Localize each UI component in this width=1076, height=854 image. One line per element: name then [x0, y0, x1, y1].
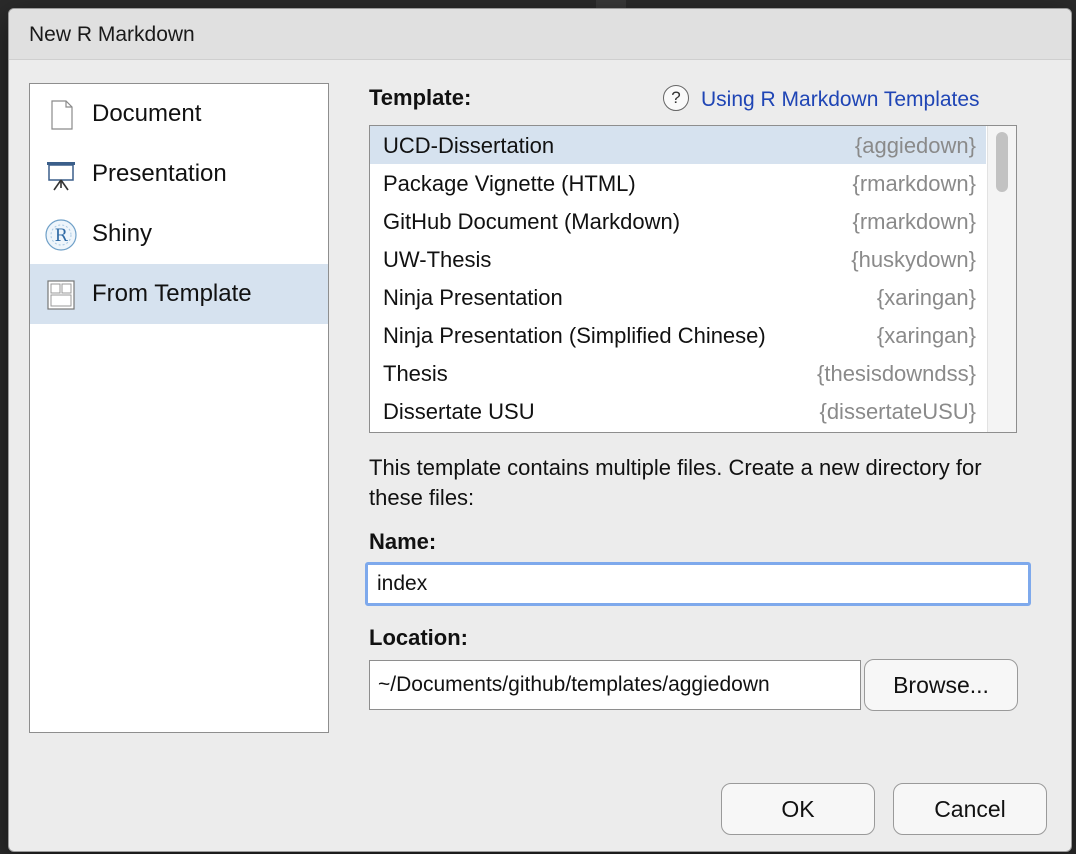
template-list-item[interactable]: Package Vignette (HTML) {rmarkdown} [370, 164, 986, 202]
template-name: UCD-Dissertation [383, 133, 555, 158]
document-icon [44, 98, 78, 132]
template-package: {xaringan} [876, 323, 976, 348]
sidebar-item-from-template[interactable]: From Template [30, 264, 328, 324]
template-list[interactable]: UCD-Dissertation {aggiedown} Package Vig… [369, 125, 1017, 433]
sidebar-item-label: From Template [92, 280, 252, 307]
sidebar-item-label: Shiny [92, 220, 153, 247]
format-sidebar: Document Presentation R Shiny From Templ… [29, 83, 329, 733]
template-name: Ninja Presentation [383, 285, 563, 310]
template-list-item[interactable]: UCD-Dissertation {aggiedown} [370, 126, 986, 164]
help-link-text[interactable]: Using R Markdown Templates [701, 88, 980, 112]
template-name: Dissertate USU [383, 399, 535, 424]
template-package: {rmarkdown} [852, 209, 976, 234]
template-name: Thesis [383, 361, 448, 386]
template-package: {xaringan} [876, 285, 976, 310]
sidebar-item-document[interactable]: Document [30, 84, 328, 144]
background-window-edge [596, 0, 626, 8]
template-list-item[interactable]: GitHub Document (Markdown) {rmarkdown} [370, 202, 986, 240]
template-list-item[interactable]: Ninja Presentation {xaringan} [370, 278, 986, 316]
template-list-item[interactable]: Ninja Presentation (Simplified Chinese) … [370, 316, 986, 354]
template-package: {thesisdowndss} [817, 361, 976, 386]
template-description: This template contains multiple files. C… [369, 455, 982, 510]
help-question-icon: ? [663, 85, 689, 111]
template-list-item[interactable]: UW-Thesis {huskydown} [370, 240, 986, 278]
location-label: Location: [369, 625, 468, 650]
template-package: {dissertateUSU} [819, 399, 976, 424]
template-icon [44, 278, 78, 312]
template-package: {aggiedown} [854, 133, 976, 158]
new-r-markdown-dialog: New R Markdown Document Presentation R S… [8, 8, 1072, 852]
dialog-title: New R Markdown [29, 23, 195, 46]
template-name: UW-Thesis [383, 247, 492, 272]
name-input[interactable] [365, 562, 1031, 606]
template-name: GitHub Document (Markdown) [383, 209, 681, 234]
template-list-scrollbar[interactable] [987, 126, 1016, 432]
dialog-titlebar: New R Markdown [9, 9, 1071, 60]
location-input[interactable] [369, 660, 861, 710]
template-list-item[interactable]: Dissertate USU {dissertateUSU} [370, 392, 986, 430]
ok-button[interactable]: OK [721, 783, 875, 835]
template-label: Template: [369, 85, 472, 110]
template-package: {huskydown} [851, 247, 976, 272]
scrollbar-thumb[interactable] [996, 132, 1008, 192]
shiny-r-icon: R [44, 218, 78, 252]
template-name: Package Vignette (HTML) [383, 171, 636, 196]
sidebar-item-label: Presentation [92, 160, 227, 187]
svg-text:R: R [55, 226, 69, 246]
template-name: Ninja Presentation (Simplified Chinese) [383, 323, 766, 348]
sidebar-item-shiny[interactable]: R Shiny [30, 204, 328, 264]
sidebar-item-label: Document [92, 100, 202, 127]
sidebar-item-presentation[interactable]: Presentation [30, 144, 328, 204]
presentation-easel-icon [44, 158, 78, 192]
template-package: {rmarkdown} [852, 171, 976, 196]
cancel-button[interactable]: Cancel [893, 783, 1047, 835]
browse-button[interactable]: Browse... [864, 659, 1018, 711]
name-label: Name: [369, 529, 437, 554]
template-list-item[interactable]: Thesis {thesisdowndss} [370, 354, 986, 392]
